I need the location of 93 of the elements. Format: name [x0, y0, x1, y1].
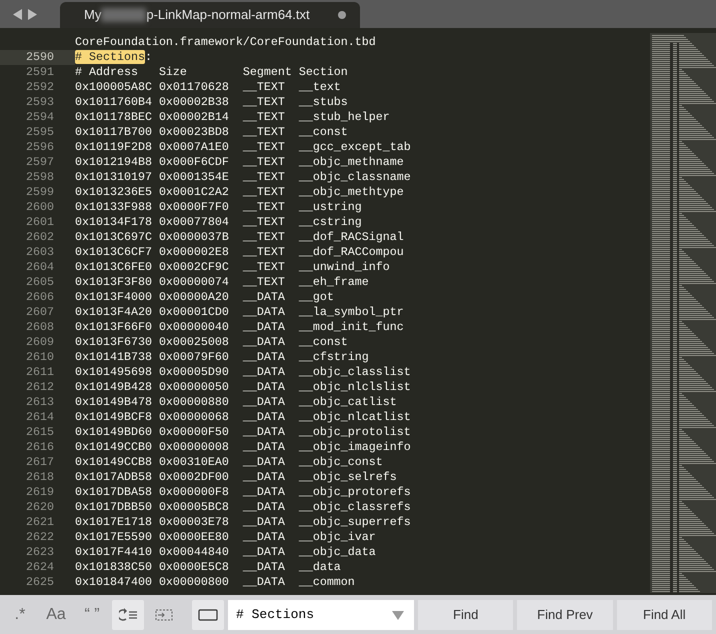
code-line: 0x1013236E5 0x0001C2A2 __TEXT __objc_methtype	[75, 185, 404, 200]
code-line: 0x1017DBA58 0x000000F8 __DATA __objc_protorefs	[75, 485, 411, 500]
code-line: 0x10119F2D8 0x0007A1E0 __TEXT __gcc_except_tab	[75, 140, 411, 155]
line-number: 2625	[25, 575, 55, 590]
code-line: 0x10141B738 0x00079F60 __DATA __cfstring	[75, 350, 369, 365]
line-number: 2593	[25, 95, 55, 110]
tab-title-start: My	[84, 6, 102, 24]
line-number: 2599	[25, 185, 55, 200]
line-number: 2617	[25, 455, 55, 470]
code-line: 0x10133F988 0x0000F7F0 __TEXT __ustring	[75, 200, 362, 215]
code-line: 0x101310197 0x0001354E __TEXT __objc_classname	[75, 170, 411, 185]
line-number: 2621	[25, 515, 55, 530]
line-number: 2594	[25, 110, 55, 125]
highlight-icon	[198, 608, 218, 622]
code-line: 0x1017E1718 0x00003E78 __DATA __objc_superrefs	[75, 515, 411, 530]
back-icon[interactable]	[13, 8, 22, 20]
forward-icon[interactable]	[28, 8, 37, 20]
code-line: 0x1013F66F0 0x00000040 __DATA __mod_init_func	[75, 320, 404, 335]
line-number: 2616	[25, 440, 55, 455]
line-number: 2615	[25, 425, 55, 440]
code-line: 0x1013F4000 0x00000A20 __DATA __got	[75, 290, 334, 305]
search-field[interactable]: # Sections	[228, 600, 414, 630]
line-number: 2622	[25, 530, 55, 545]
whole-word-toggle[interactable]: “ ”	[76, 600, 108, 630]
line-number: 2596	[25, 140, 55, 155]
line-number: 2613	[25, 395, 55, 410]
code-line: 0x10149BD60 0x00000F50 __DATA __objc_protolist	[75, 425, 411, 440]
highlight-matches-toggle[interactable]	[192, 600, 224, 630]
code-line: 0x101847400 0x00000800 __DATA __common	[75, 575, 355, 590]
line-number: 2603	[25, 245, 55, 260]
code-line: 0x101178BEC 0x00002B14 __TEXT __stub_helper	[75, 110, 390, 125]
code-line: 0x1012194B8 0x000F6CDF __TEXT __objc_methname	[75, 155, 404, 170]
code-line: 0x1017DBB50 0x00005BC8 __DATA __objc_classrefs	[75, 500, 411, 515]
code-text: :	[144, 50, 152, 64]
code-line: 0x10149B428 0x00000050 __DATA __objc_nlclslist	[75, 380, 411, 395]
code-line: 0x10149BCF8 0x00000068 __DATA __objc_nlcatlist	[75, 410, 411, 425]
line-number: 2624	[25, 560, 55, 575]
code-line: 0x1013C6FE0 0x0002CF9C __TEXT __unwind_info	[75, 260, 390, 275]
code-line: 0x10117B700 0x00023BD8 __TEXT __const	[75, 125, 348, 140]
code-line: 0x100005A8C 0x01170628 __TEXT __text	[75, 80, 341, 95]
line-number: 2614	[25, 410, 55, 425]
code-line: 0x1011760B4 0x00002B38 __TEXT __stubs	[75, 95, 348, 110]
line-number: 2598	[25, 170, 55, 185]
line-number: 2610	[25, 350, 55, 365]
dropdown-arrow-icon[interactable]	[392, 610, 404, 620]
code-line: 0x1013F6730 0x00025008 __DATA __const	[75, 335, 348, 350]
line-number: 2611	[25, 365, 55, 380]
code-line: 0x1017ADB58 0x0002DF00 __DATA __objc_selrefs	[75, 470, 397, 485]
line-number: 2623	[25, 545, 55, 560]
code-line: 0x1017E5590 0x0000EE80 __DATA __objc_ivar	[75, 530, 376, 545]
line-number: 2597	[25, 155, 55, 170]
line-number: 2606	[25, 290, 55, 305]
code-line: # Address Size Segment Section	[75, 65, 348, 80]
code-line: 0x10149B478 0x00000880 __DATA __objc_catlist	[75, 395, 397, 410]
line-number: 2607	[25, 305, 55, 320]
find-prev-button[interactable]: Find Prev	[517, 600, 613, 630]
line-number: 2612	[25, 380, 55, 395]
code-line: 0x1013F4A20 0x00001CD0 __DATA __la_symbol_ptr	[75, 305, 404, 320]
line-number: 2604	[25, 260, 55, 275]
line-number: 2592	[25, 80, 55, 95]
tab-title: p-LinkMap-normal-arm64.txt	[146, 6, 310, 24]
code-line: 0x10134F178 0x00077804 __TEXT __cstring	[75, 215, 362, 230]
regex-toggle[interactable]: .*	[4, 600, 36, 630]
code-line: 0x1013C697C 0x0000037B __TEXT __dof_RACSignal	[75, 230, 404, 245]
search-match: # Sections	[75, 50, 145, 64]
code-line: 0x101838C50 0x0000E5C8 __DATA __data	[75, 560, 341, 575]
code-line: 0x1013C6CF7 0x000002E8 __TEXT __dof_RACCompou	[75, 245, 404, 260]
code-line: 0x10149CCB8 0x00310EA0 __DATA __objc_const	[75, 455, 383, 470]
code-line: 0x101495698 0x00005D90 __DATA __objc_classlist	[75, 365, 411, 380]
case-toggle[interactable]: Aa	[40, 600, 72, 630]
line-number: 2595	[25, 125, 55, 140]
code-line: 0x1013F3F80 0x00000074 __TEXT __eh_frame	[75, 275, 369, 290]
line-number: 2619	[25, 485, 55, 500]
line-number: 2601	[25, 215, 55, 230]
line-number: 2600	[25, 200, 55, 215]
minimap-drawing[interactable]	[650, 33, 716, 593]
find-all-button[interactable]: Find All	[616, 600, 712, 630]
file-tab[interactable]: My p-LinkMap-normal-arm64.txt	[60, 2, 360, 28]
code-line: 0x1017F4410 0x00044840 __DATA __objc_data	[75, 545, 376, 560]
line-number: 2620	[25, 500, 55, 515]
code-line: 0x10149CCB0 0x00000008 __DATA __objc_imageinfo	[75, 440, 411, 455]
wrap-toggle[interactable]	[112, 600, 144, 630]
find-button[interactable]: Find	[418, 600, 514, 630]
line-number: 2602	[25, 230, 55, 245]
line-number: 2609	[25, 335, 55, 350]
wrap-icon	[119, 608, 137, 622]
line-number: 2590	[0, 50, 75, 65]
code-line: CoreFoundation.framework/CoreFoundation.tbd	[75, 35, 376, 50]
selection-icon	[155, 608, 173, 622]
line-number: 2605	[25, 275, 55, 290]
line-number: 2608	[25, 320, 55, 335]
line-number: 2618	[25, 470, 55, 485]
line-number: 2591	[25, 65, 55, 80]
